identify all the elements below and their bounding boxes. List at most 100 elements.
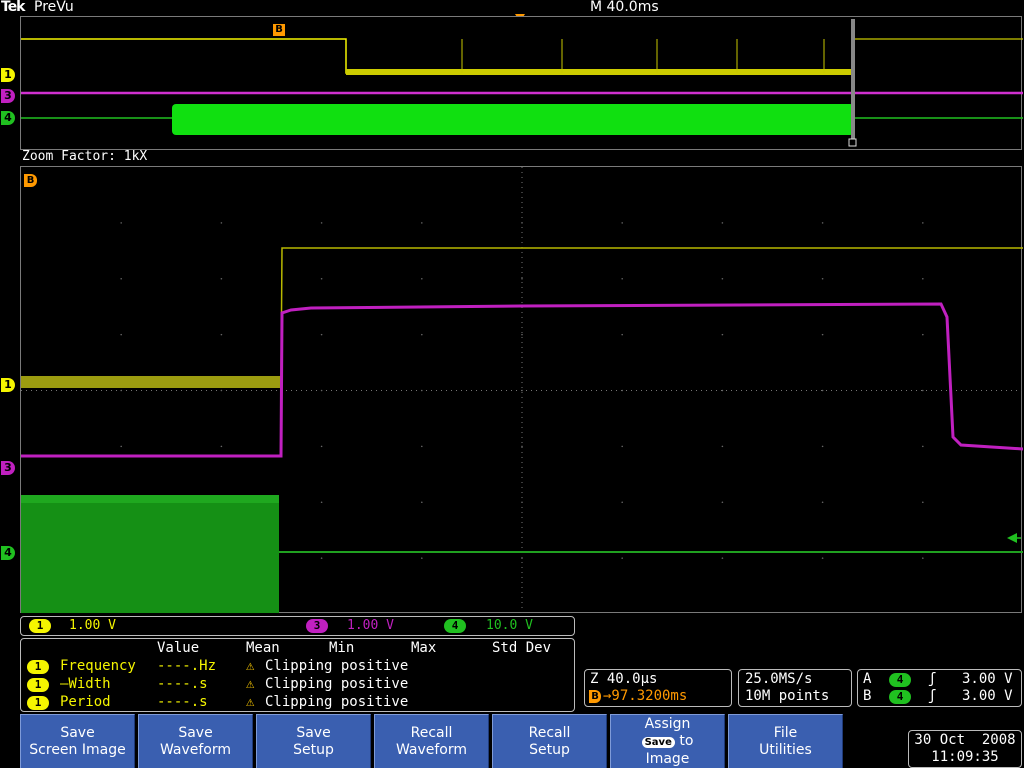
datetime-display: 30 Oct 2008 11:09:35 — [908, 730, 1022, 768]
save-waveform-button[interactable]: Save Waveform — [138, 714, 253, 768]
graticule-dot — [621, 389, 623, 392]
button-label-line2-row: Save to — [611, 733, 724, 751]
button-label-line1: File — [773, 724, 798, 741]
trigger-a-level: 3.00 V — [962, 671, 1013, 687]
save-setup-button[interactable]: Save Setup — [256, 714, 371, 768]
overview-bus-marker: B — [273, 24, 285, 36]
graticule-dot — [421, 445, 423, 448]
measurement-row[interactable]: 1 Period ----.s ⚠ Clipping positive — [21, 694, 576, 712]
file-utilities-button[interactable]: File Utilities — [728, 714, 843, 768]
button-label-line1: Assign — [644, 715, 691, 732]
button-label-line1: Save — [296, 724, 331, 741]
trigger-b-source: 4 — [889, 690, 911, 704]
graticule-dot — [320, 389, 323, 392]
graticule-dot — [220, 277, 223, 280]
graticule-dot — [721, 333, 724, 336]
zoom-ch3-marker[interactable]: 3 — [1, 461, 15, 475]
button-label-line2: Screen Image — [29, 741, 126, 758]
graticule-dot — [521, 222, 523, 224]
ch1-scale[interactable]: 1.00 V — [69, 618, 116, 633]
overview-waveform-panel[interactable]: B — [20, 16, 1023, 150]
timebase-readout[interactable]: M 40.0ms — [590, 0, 659, 15]
ch3-scale[interactable]: 1.00 V — [347, 618, 394, 633]
overview-ch1-marker[interactable]: 1 — [1, 68, 15, 82]
button-label-line1: Recall — [410, 724, 453, 741]
graticule-dot — [621, 501, 623, 504]
button-label-line1: Save — [178, 724, 213, 741]
measurement-status: Clipping positive — [265, 676, 409, 692]
graticule-dot — [922, 557, 924, 559]
graticule-dot — [922, 445, 924, 448]
recall-waveform-button[interactable]: Recall Waveform — [374, 714, 489, 768]
graticule-dot — [521, 557, 523, 559]
time-label: 11:09:35 — [931, 749, 999, 765]
save-screen-image-button[interactable]: Save Screen Image — [20, 714, 135, 768]
zoom-bus-marker: B — [24, 174, 37, 187]
zoom-waveform-panel[interactable]: B — [20, 166, 1023, 614]
button-label-line2: Waveform — [395, 741, 468, 758]
zoom-label-row: Zoom Factor: 1kX — [20, 149, 1022, 166]
warning-icon: ⚠ — [246, 676, 255, 692]
overview-ch4-marker[interactable]: 4 — [1, 111, 15, 125]
button-label-line1: Recall — [528, 724, 571, 741]
measurement-channel-badge: 1 — [27, 696, 49, 710]
measurement-row[interactable]: 1 –Width ----.s ⚠ Clipping positive — [21, 676, 576, 694]
trigger-a-slope-icon: ʃ — [928, 671, 937, 687]
measurement-value: ----.Hz — [157, 658, 217, 674]
measurement-table[interactable]: Value Mean Min Max Std Dev 1 Frequency -… — [20, 638, 575, 712]
top-status-bar: Tek PreVu M 40.0ms — [0, 0, 1024, 22]
zoom-ch1-marker[interactable]: 1 — [1, 378, 15, 392]
graticule-dot — [521, 277, 523, 280]
acquisition-readout[interactable]: 25.0MS/s 10M points — [738, 669, 852, 707]
graticule-dot — [120, 222, 122, 224]
header-max: Max — [411, 640, 437, 656]
graticule-dot — [821, 222, 824, 224]
graticule-dot — [320, 445, 323, 448]
graticule-dot — [821, 389, 824, 392]
zoom-readout[interactable]: Z 40.0µs B →97.3200ms — [584, 669, 732, 707]
assign-save-button[interactable]: Assign Save to Image — [610, 714, 725, 768]
graticule-dot — [220, 222, 223, 224]
ch1-badge[interactable]: 1 — [29, 619, 51, 633]
graticule-dot — [821, 277, 824, 280]
graticule-dot — [320, 277, 323, 280]
trigger-a-label: A — [863, 671, 872, 687]
zoom-ch4-marker[interactable]: 4 — [1, 546, 15, 560]
graticule-dot — [421, 389, 423, 392]
overview-ch3-marker[interactable]: 3 — [1, 89, 15, 103]
trigger-b-slope-icon: ʃ — [928, 688, 937, 704]
ch3-badge[interactable]: 3 — [306, 619, 328, 633]
button-label-line2: Setup — [529, 741, 570, 758]
graticule-dot — [721, 445, 724, 448]
trigger-readout[interactable]: A 4 ʃ 3.00 V B 4 ʃ 3.00 V — [857, 669, 1022, 707]
graticule-dot — [922, 277, 924, 280]
ch4-scale[interactable]: 10.0 V — [486, 618, 533, 633]
ch4-badge[interactable]: 4 — [444, 619, 466, 633]
zoom-ch1-trace — [280, 247, 1023, 383]
zoom-window-cursor — [851, 19, 855, 139]
graticule-dot — [320, 222, 323, 224]
zoom-factor-label: Zoom Factor: 1kX — [22, 149, 148, 164]
zoom-time-readout: Z 40.0µs — [590, 671, 658, 687]
zoom-ch4-burst-top — [21, 495, 279, 503]
overview-ch4-burst — [172, 104, 854, 135]
graticule-dot — [621, 222, 623, 224]
graticule-dot — [521, 445, 523, 448]
graticule-dot — [521, 333, 523, 336]
measurement-channel-badge: 1 — [27, 660, 49, 674]
tek-logo: Tek — [1, 0, 25, 15]
graticule-dot — [922, 501, 924, 504]
header-min: Min — [329, 640, 355, 656]
graticule-dot — [621, 445, 623, 448]
trigger-a-source: 4 — [889, 673, 911, 687]
measurement-row[interactable]: 1 Frequency ----.Hz ⚠ Clipping positive — [21, 658, 576, 676]
graticule-dot — [320, 557, 323, 559]
button-label-line2: Utilities — [759, 741, 812, 758]
graticule-dot — [721, 222, 724, 224]
graticule-dot — [220, 445, 223, 448]
recall-setup-button[interactable]: Recall Setup — [492, 714, 607, 768]
measurement-name: –Width — [60, 676, 111, 692]
graticule-dot — [220, 389, 223, 392]
zoom-ch1-low-band — [21, 376, 281, 388]
mode-label: PreVu — [34, 0, 74, 15]
